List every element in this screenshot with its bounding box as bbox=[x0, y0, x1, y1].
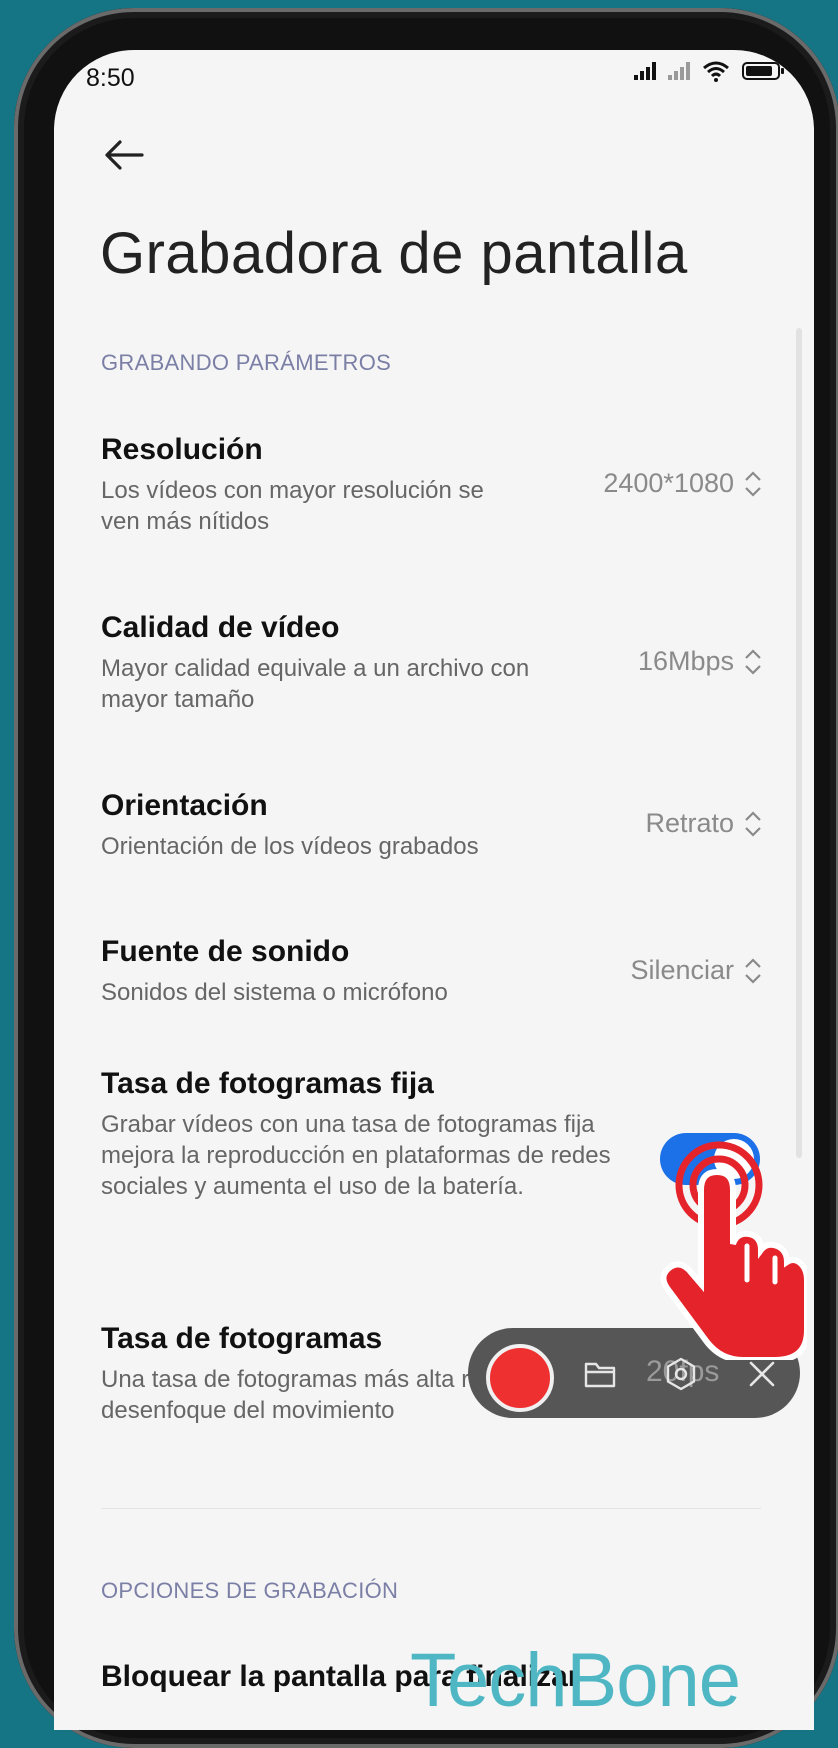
setting-title: Resolución bbox=[101, 433, 263, 466]
setting-fixed-frame-rate[interactable]: Tasa de fotogramas fija Grabar vídeos co… bbox=[101, 1067, 611, 1202]
video-quality-value[interactable]: 16Mbps bbox=[638, 646, 762, 677]
setting-desc: Sonidos del sistema o micrófono bbox=[101, 979, 448, 1006]
status-time: 8:50 bbox=[86, 64, 135, 92]
resolution-value[interactable]: 2400*1080 bbox=[603, 468, 762, 499]
setting-resolution[interactable]: Resolución Los vídeos con mayor resoluci… bbox=[101, 433, 521, 537]
record-button[interactable] bbox=[486, 1344, 554, 1412]
page-title: Grabadora de pantalla bbox=[100, 221, 688, 286]
close-icon[interactable] bbox=[748, 1360, 776, 1388]
updown-chevron-icon bbox=[745, 957, 761, 984]
setting-title: Fuente de sonido bbox=[101, 935, 350, 968]
value-label: Retrato bbox=[645, 808, 734, 838]
section-header-recording-options: OPCIONES DE GRABACIÓN bbox=[101, 1578, 399, 1603]
setting-sound-source[interactable]: Fuente de sonido Sonidos del sistema o m… bbox=[101, 935, 581, 1008]
setting-desc: Orientación de los vídeos grabados bbox=[101, 833, 479, 860]
setting-desc: Mayor calidad equivale a un archivo con … bbox=[101, 655, 530, 713]
value-label: 2400*1080 bbox=[603, 468, 734, 498]
screen: 8:50 Grabadora de pantalla GRABANDO PARÁ… bbox=[54, 50, 814, 1730]
wifi-icon bbox=[703, 61, 729, 82]
folder-icon[interactable] bbox=[584, 1360, 616, 1388]
updown-chevron-icon bbox=[745, 648, 761, 675]
hand-pointer-icon bbox=[660, 1141, 807, 1360]
value-label: Silenciar bbox=[630, 955, 734, 985]
watermark: TechBone bbox=[410, 1638, 741, 1723]
section-header-recording-params: GRABANDO PARÁMETROS bbox=[101, 350, 392, 375]
value-label: 16Mbps bbox=[637, 646, 734, 676]
setting-video-quality[interactable]: Calidad de vídeo Mayor calidad equivale … bbox=[101, 611, 581, 715]
setting-title: Calidad de vídeo bbox=[101, 611, 340, 644]
sound-source-value[interactable]: Silenciar bbox=[630, 955, 762, 986]
orientation-value[interactable]: Retrato bbox=[645, 808, 762, 839]
updown-chevron-icon bbox=[745, 810, 761, 837]
scrollbar[interactable] bbox=[796, 328, 802, 1158]
signal-icon bbox=[634, 62, 656, 80]
divider bbox=[101, 1508, 761, 1509]
settings-icon[interactable] bbox=[664, 1357, 698, 1391]
setting-orientation[interactable]: Orientación Orientación de los vídeos gr… bbox=[101, 789, 581, 862]
setting-title: Orientación bbox=[101, 789, 268, 822]
setting-desc: Los vídeos con mayor resolución se ven m… bbox=[101, 477, 484, 535]
setting-desc: Grabar vídeos con una tasa de fotogramas… bbox=[101, 1111, 611, 1200]
signal-secondary-icon bbox=[668, 62, 690, 80]
setting-title: Tasa de fotogramas fija bbox=[101, 1067, 434, 1100]
battery-icon bbox=[742, 62, 784, 80]
status-icons bbox=[634, 60, 784, 82]
back-arrow-icon[interactable] bbox=[100, 130, 150, 180]
updown-chevron-icon bbox=[745, 470, 761, 497]
